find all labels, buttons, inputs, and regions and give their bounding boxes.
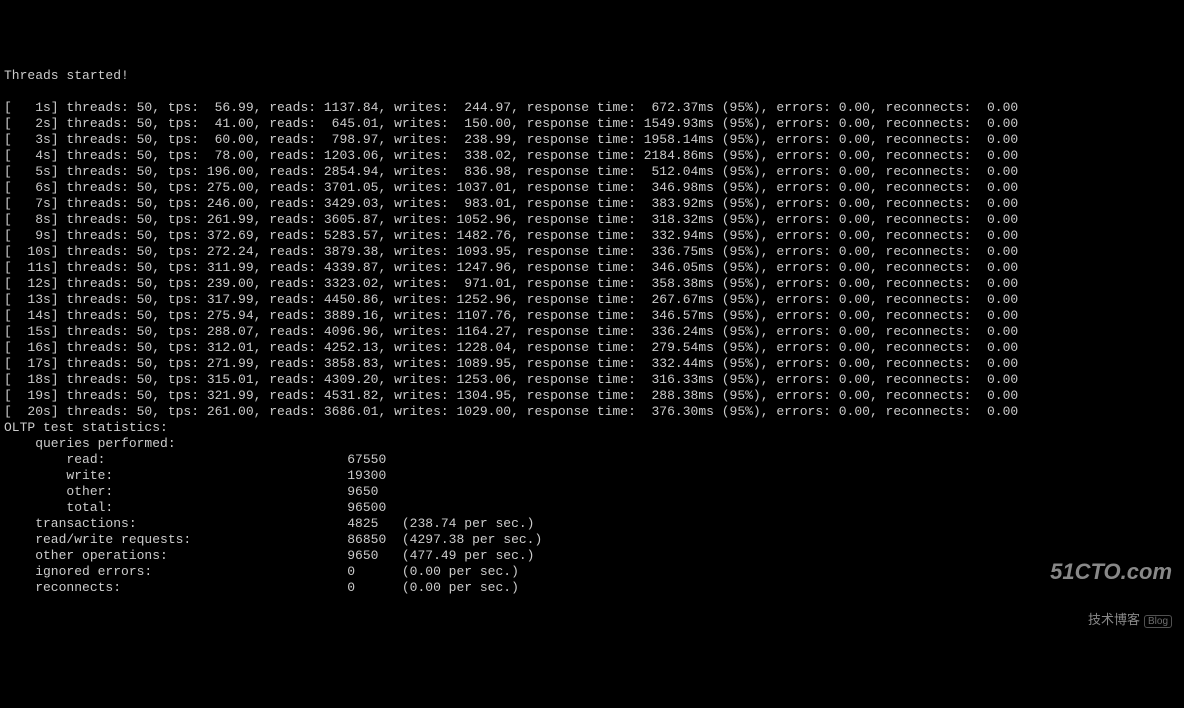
watermark-host: 51CTO.com — [1050, 564, 1172, 580]
watermark: 51CTO.com 技术博客Blog — [1050, 532, 1172, 646]
watermark-sub: 技术博客Blog — [1050, 612, 1172, 630]
terminal-output: Threads started! [ 1s] threads: 50, tps:… — [4, 68, 1180, 596]
